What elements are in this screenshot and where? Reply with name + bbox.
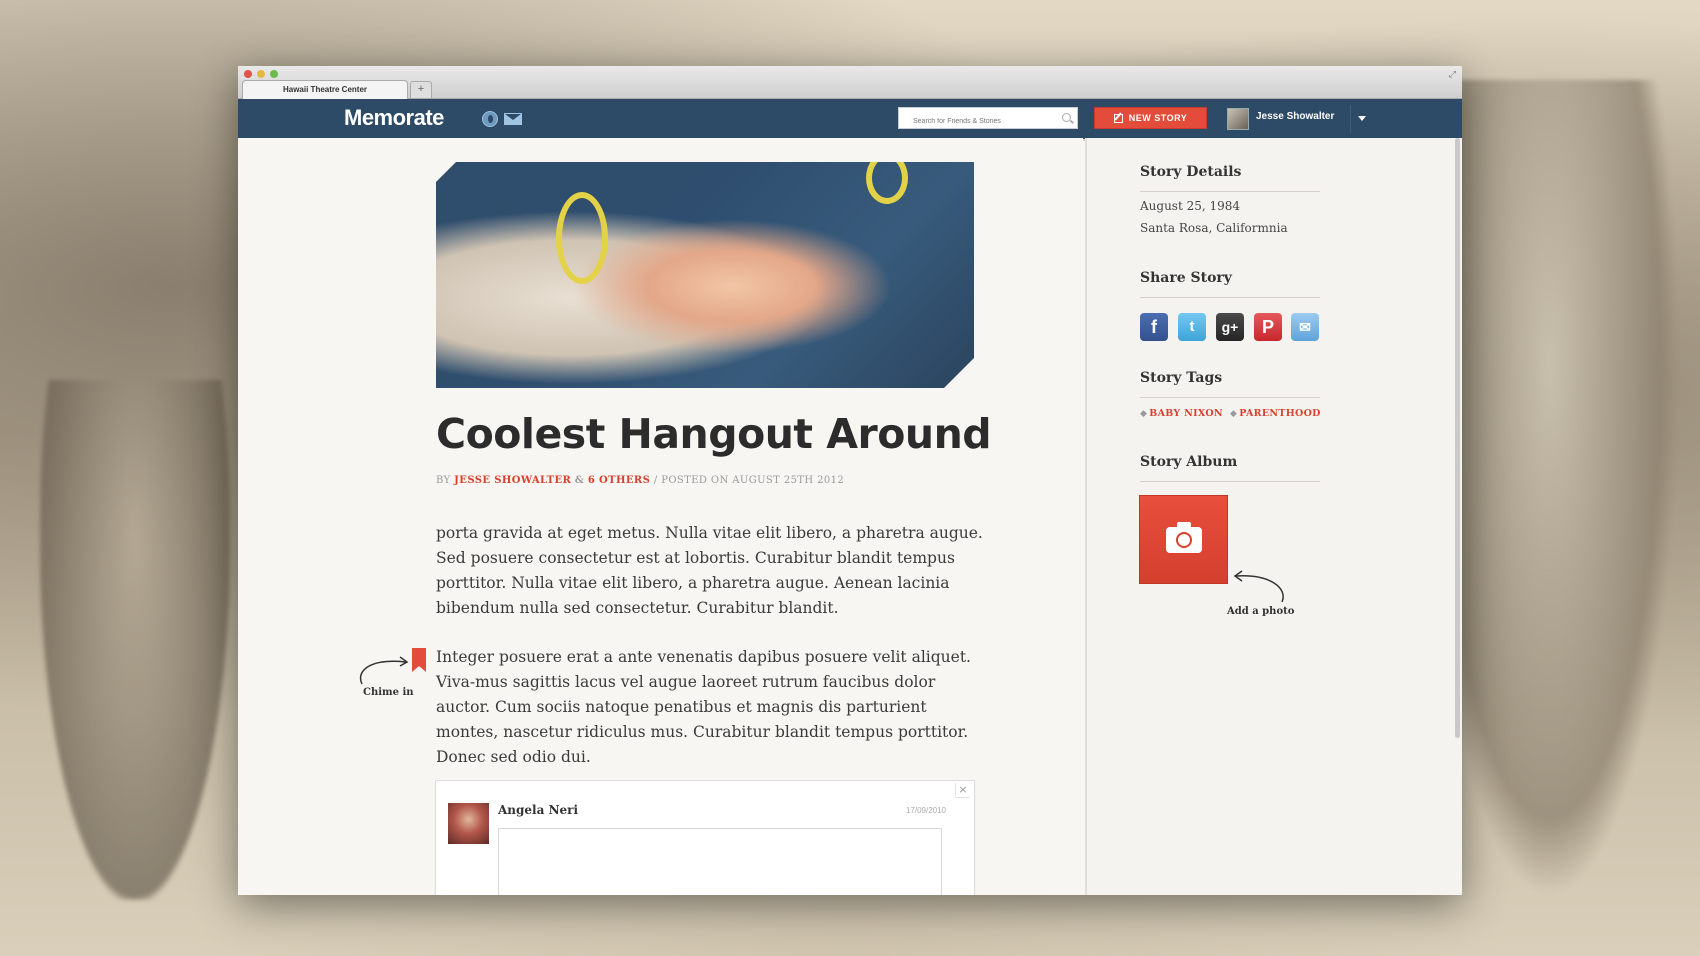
email-share-icon[interactable]: ✉ [1291,313,1319,341]
comment-date: 17/09/2010 [905,806,946,815]
divider [1140,397,1320,398]
others-link[interactable]: 6 OTHERS [588,475,650,486]
chime-in-label: Chime in [363,687,414,698]
story-details-heading: Story Details [1140,164,1242,180]
author-link[interactable]: JESSE SHOWALTER [454,475,571,486]
comment-input[interactable] [498,828,942,895]
comment-card: Angela Neri 17/09/2010 × [435,780,975,895]
curved-arrow-icon [1233,570,1284,603]
toy-ring [866,152,908,204]
share-story-heading: Share Story [1140,270,1232,286]
story-hero-image[interactable] [436,162,974,388]
byline-by: BY [436,475,451,486]
tag-label: BABY NIXON [1149,408,1223,419]
tag-icon: ◆ [1140,409,1148,419]
story-paragraph-1: porta gravida at eget metus. Nulla vitae… [436,524,983,617]
facebook-icon[interactable]: f [1140,313,1168,341]
divider [1140,297,1320,298]
background-photo-left [40,380,230,900]
byline-separator: / [653,475,658,486]
tag-icon: ◆ [1230,409,1238,419]
pinterest-icon[interactable]: P [1254,313,1282,341]
curved-arrow-icon [359,656,409,685]
bookmark-icon[interactable] [412,648,426,672]
story-paragraph-2: Integer posuere erat a ante venenatis da… [436,648,971,766]
story-tags-heading: Story Tags [1140,370,1223,386]
story-title: Coolest Hangout Around [436,410,992,458]
avatar [448,803,489,844]
story-album-heading: Story Album [1140,454,1238,470]
tag-item[interactable]: ◆ PARENTHOOD [1230,408,1321,419]
posted-date: POSTED ON AUGUST 25TH 2012 [661,475,845,486]
divider [1140,191,1320,192]
divider [1140,481,1320,482]
twitter-icon[interactable]: t [1178,313,1206,341]
comment-author[interactable]: Angela Neri [498,803,578,817]
add-photo-button[interactable] [1139,495,1228,584]
byline-amp: & [574,475,585,486]
add-photo-label: Add a photo [1227,606,1295,617]
tag-label: PARENTHOOD [1239,408,1321,419]
toy-ring [556,192,608,284]
close-icon[interactable]: × [955,783,970,798]
story-location: Santa Rosa, Califormnia [1140,221,1288,235]
tag-item[interactable]: ◆ BABY NIXON [1140,408,1223,419]
camera-icon [1166,522,1202,553]
story-byline: BY JESSE SHOWALTER & 6 OTHERS / POSTED O… [436,475,844,486]
story-date: August 25, 1984 [1140,199,1241,213]
google-plus-icon[interactable]: g+ [1216,313,1244,341]
